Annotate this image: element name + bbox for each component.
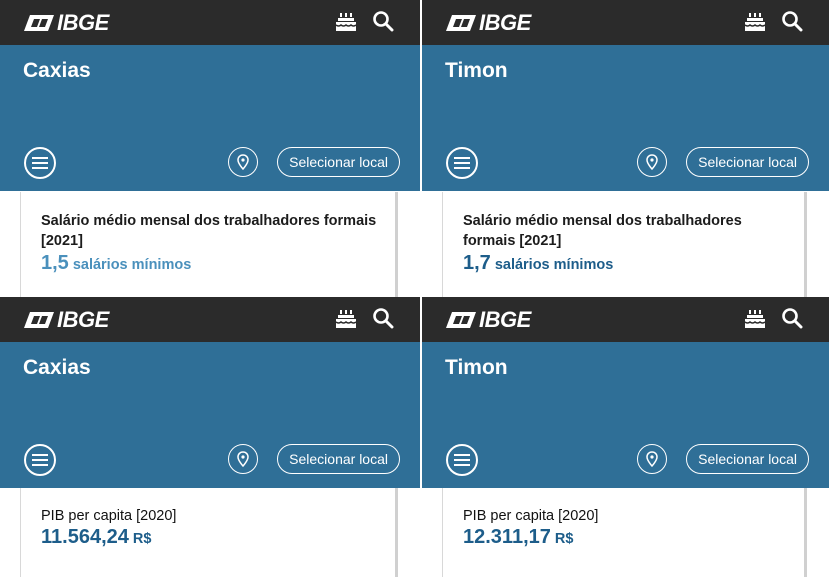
city-name: Timon [445,59,508,82]
hamburger-menu-icon [454,454,470,466]
ibge-logo-icon [24,15,54,31]
logo-text: IBGE [479,10,531,35]
ibge-logo-icon [446,15,476,31]
search-icon[interactable] [781,10,803,37]
ibge-logo[interactable]: IBGE [24,307,109,333]
select-location-button[interactable]: Selecionar local [277,147,400,177]
city-header: Timon Selecionar local [422,45,829,191]
location-button[interactable] [228,444,258,474]
select-location-button[interactable]: Selecionar local [686,444,809,474]
city-header: Caxias Selecionar local [0,45,420,191]
hamburger-menu-icon [32,157,48,169]
ibge-logo[interactable]: IBGE [446,10,531,36]
metric-value: 12.311,17 R$ [463,526,573,549]
metric-number: 12.311,17 [463,526,551,548]
city-header: Timon Selecionar local [422,342,829,488]
city-panel-caxias-pib: IBGE Caxias Selecionar local PIB per cap… [0,297,420,577]
comparison-grid: IBGE Caxias Selecionar local Salário méd… [0,0,829,577]
top-bar: IBGE [422,0,829,45]
location-pin-icon [237,451,249,467]
location-pin-icon [646,451,658,467]
top-bar: IBGE [0,0,420,45]
cake-icon[interactable] [743,306,767,335]
city-name: Timon [445,356,508,379]
metric-value: 1,7 salários mínimos [463,252,613,275]
metric-card: Salário médio mensal dos trabalhadores f… [20,192,398,297]
metric-value: 11.564,24 R$ [41,526,151,549]
metric-unit: R$ [554,531,574,547]
metric-unit: salários mínimos [494,257,614,273]
city-name: Caxias [23,356,91,379]
menu-button[interactable] [446,147,478,179]
city-name: Caxias [23,59,91,82]
metric-unit: salários mínimos [72,257,192,273]
search-icon[interactable] [781,307,803,334]
metric-label: Salário médio mensal dos trabalhadores f… [41,213,377,249]
menu-button[interactable] [24,444,56,476]
location-pin-icon [646,154,658,170]
cake-icon[interactable] [334,306,358,335]
metric-card: PIB per capita [2020] 11.564,24 R$ [20,488,398,577]
metric-label: PIB per capita [2020] [41,508,177,524]
search-icon[interactable] [372,10,394,37]
menu-button[interactable] [24,147,56,179]
metric-label: Salário médio mensal dos trabalhadores f… [463,213,742,249]
ibge-logo-icon [24,312,54,328]
metric-number: 11.564,24 [41,526,129,548]
top-bar: IBGE [0,297,420,342]
location-button[interactable] [228,147,258,177]
hamburger-menu-icon [32,454,48,466]
select-location-button[interactable]: Selecionar local [686,147,809,177]
ibge-logo[interactable]: IBGE [24,10,109,36]
city-panel-timon-salary: IBGE Timon Selecionar local Salário médi… [422,0,829,297]
location-button[interactable] [637,444,667,474]
cake-icon[interactable] [743,9,767,38]
logo-text: IBGE [479,307,531,332]
ibge-logo[interactable]: IBGE [446,307,531,333]
menu-button[interactable] [446,444,478,476]
city-panel-timon-pib: IBGE Timon Selecionar local PIB per capi… [422,297,829,577]
search-icon[interactable] [372,307,394,334]
logo-text: IBGE [57,10,109,35]
metric-card: PIB per capita [2020] 12.311,17 R$ [442,488,807,577]
city-panel-caxias-salary: IBGE Caxias Selecionar local Salário méd… [0,0,420,297]
metric-label: PIB per capita [2020] [463,508,599,524]
city-header: Caxias Selecionar local [0,342,420,488]
metric-number: 1,7 [463,252,491,274]
location-button[interactable] [637,147,667,177]
metric-card: Salário médio mensal dos trabalhadores f… [442,192,807,297]
cake-icon[interactable] [334,9,358,38]
logo-text: IBGE [57,307,109,332]
ibge-logo-icon [446,312,476,328]
select-location-button[interactable]: Selecionar local [277,444,400,474]
metric-number: 1,5 [41,252,69,274]
top-bar: IBGE [422,297,829,342]
hamburger-menu-icon [454,157,470,169]
metric-value: 1,5 salários mínimos [41,252,191,275]
location-pin-icon [237,154,249,170]
metric-unit: R$ [132,531,152,547]
